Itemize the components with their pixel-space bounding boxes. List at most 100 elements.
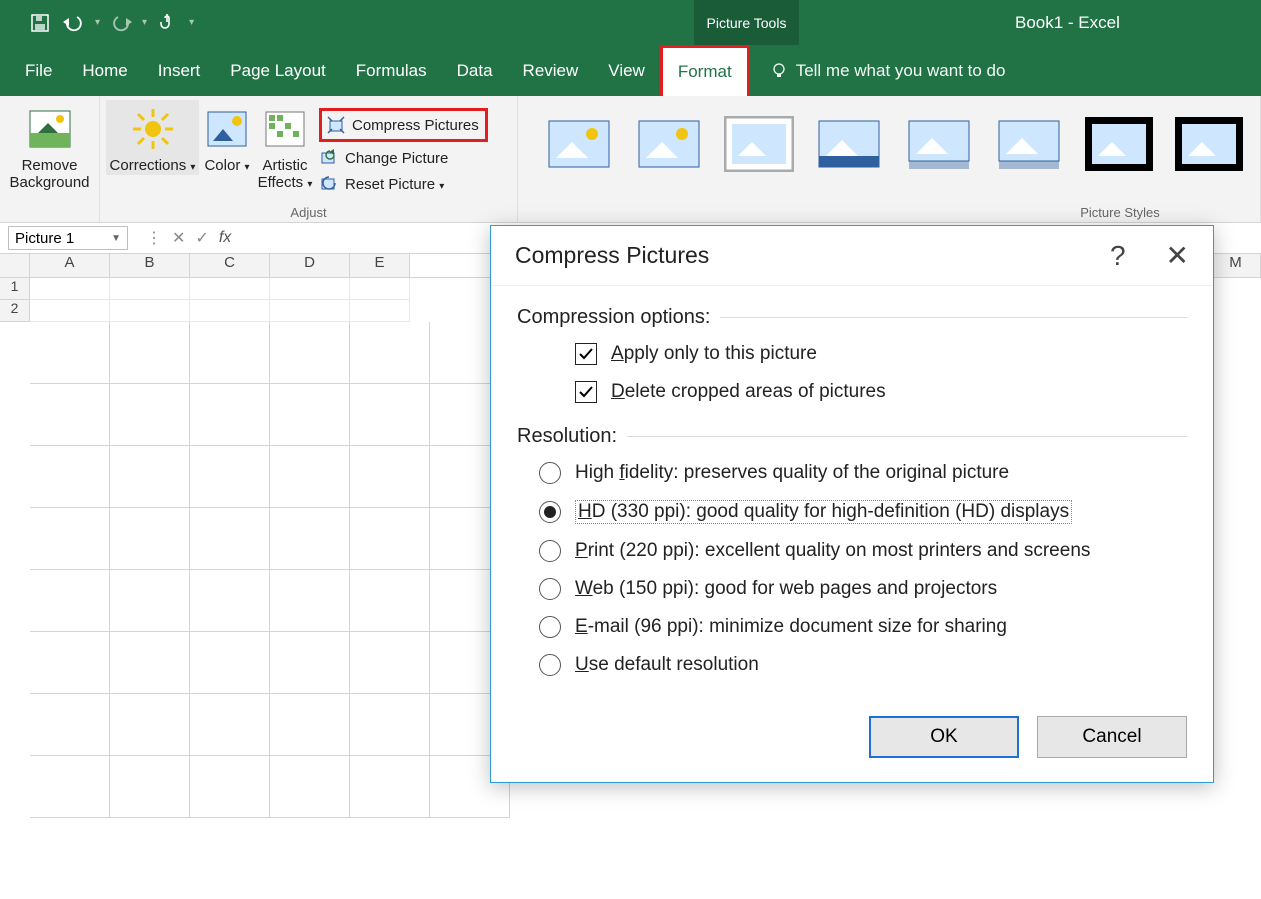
change-picture-button[interactable]: Change Picture bbox=[319, 148, 488, 168]
dropdown-icon[interactable]: ▼ bbox=[111, 233, 121, 244]
cell[interactable] bbox=[30, 446, 110, 508]
tab-view[interactable]: View bbox=[593, 45, 660, 96]
cell[interactable] bbox=[350, 508, 430, 570]
row-header[interactable]: 1 bbox=[0, 278, 30, 300]
cell[interactable] bbox=[190, 384, 270, 446]
ok-button[interactable]: OK bbox=[869, 716, 1019, 758]
cell[interactable] bbox=[110, 446, 190, 508]
delete-cropped-checkbox[interactable]: Delete cropped areas of pictures bbox=[575, 381, 1187, 403]
col-header[interactable]: M bbox=[1211, 254, 1261, 277]
style-thumb[interactable] bbox=[814, 116, 884, 172]
dropdown-icon[interactable]: ▾ bbox=[189, 17, 194, 28]
cell[interactable] bbox=[110, 384, 190, 446]
cell[interactable] bbox=[270, 278, 350, 300]
cell[interactable] bbox=[30, 508, 110, 570]
style-thumb[interactable] bbox=[544, 116, 614, 172]
tab-file[interactable]: File bbox=[10, 45, 67, 96]
cell[interactable] bbox=[110, 694, 190, 756]
cell[interactable] bbox=[190, 694, 270, 756]
cell[interactable] bbox=[30, 632, 110, 694]
cell[interactable] bbox=[350, 278, 410, 300]
resolution-web-radio[interactable]: Web (150 ppi): good for web pages and pr… bbox=[539, 578, 1187, 600]
touch-mode-button[interactable] bbox=[153, 8, 183, 38]
reset-picture-button[interactable]: Reset Picture ▾ bbox=[319, 174, 488, 194]
cell[interactable] bbox=[350, 300, 410, 322]
cell[interactable] bbox=[270, 632, 350, 694]
save-button[interactable] bbox=[25, 8, 55, 38]
cell[interactable] bbox=[110, 756, 190, 818]
close-icon[interactable]: ✕ bbox=[1166, 239, 1189, 272]
remove-background-button[interactable]: Remove Background bbox=[2, 100, 98, 191]
cell[interactable] bbox=[350, 756, 430, 818]
tab-insert[interactable]: Insert bbox=[143, 45, 216, 96]
cell[interactable] bbox=[270, 300, 350, 322]
resolution-default-radio[interactable]: Use default resolution bbox=[539, 654, 1187, 676]
apply-only-checkbox[interactable]: Apply only to this picture bbox=[575, 343, 1187, 365]
cell[interactable] bbox=[110, 570, 190, 632]
cell[interactable] bbox=[350, 570, 430, 632]
style-thumb[interactable] bbox=[904, 116, 974, 172]
cell[interactable] bbox=[110, 278, 190, 300]
cell[interactable] bbox=[110, 322, 190, 384]
compress-pictures-button[interactable]: Compress Pictures bbox=[326, 115, 479, 135]
style-thumb[interactable] bbox=[994, 116, 1064, 172]
style-thumb[interactable] bbox=[1084, 116, 1154, 172]
fx-icon[interactable]: fx bbox=[219, 229, 231, 247]
cell[interactable] bbox=[270, 694, 350, 756]
corrections-button[interactable]: Corrections ▾ bbox=[106, 100, 199, 175]
cell[interactable] bbox=[270, 384, 350, 446]
cell[interactable] bbox=[270, 756, 350, 818]
tab-page-layout[interactable]: Page Layout bbox=[215, 45, 340, 96]
cell[interactable] bbox=[30, 322, 110, 384]
cell[interactable] bbox=[110, 632, 190, 694]
cell[interactable] bbox=[190, 300, 270, 322]
col-header[interactable]: C bbox=[190, 254, 270, 277]
tab-review[interactable]: Review bbox=[508, 45, 594, 96]
tab-home[interactable]: Home bbox=[67, 45, 142, 96]
cell[interactable] bbox=[350, 384, 430, 446]
cell[interactable] bbox=[30, 300, 110, 322]
cell[interactable] bbox=[30, 278, 110, 300]
style-thumb[interactable] bbox=[724, 116, 794, 172]
col-header[interactable]: E bbox=[350, 254, 410, 277]
cell[interactable] bbox=[350, 322, 430, 384]
cell[interactable] bbox=[270, 446, 350, 508]
artistic-effects-button[interactable]: Artistic Effects ▾ bbox=[255, 100, 315, 191]
tell-me-search[interactable]: Tell me what you want to do bbox=[770, 61, 1006, 81]
cell[interactable] bbox=[30, 756, 110, 818]
help-button[interactable]: ? bbox=[1110, 240, 1126, 272]
cell[interactable] bbox=[30, 694, 110, 756]
cell[interactable] bbox=[270, 322, 350, 384]
style-thumb[interactable] bbox=[634, 116, 704, 172]
cell[interactable] bbox=[350, 446, 430, 508]
cell[interactable] bbox=[190, 278, 270, 300]
name-box[interactable]: Picture 1 ▼ bbox=[8, 226, 128, 250]
dots-icon[interactable]: ⋮ bbox=[146, 228, 162, 248]
cancel-icon[interactable]: ✕ bbox=[172, 228, 185, 248]
cell[interactable] bbox=[110, 508, 190, 570]
cell[interactable] bbox=[350, 632, 430, 694]
col-header[interactable]: D bbox=[270, 254, 350, 277]
cell[interactable] bbox=[350, 694, 430, 756]
cell[interactable] bbox=[190, 322, 270, 384]
cell[interactable] bbox=[190, 756, 270, 818]
undo-button[interactable] bbox=[59, 8, 89, 38]
cell[interactable] bbox=[190, 570, 270, 632]
row-header[interactable]: 2 bbox=[0, 300, 30, 322]
enter-icon[interactable]: ✓ bbox=[195, 228, 208, 248]
cell[interactable] bbox=[30, 570, 110, 632]
cell[interactable] bbox=[270, 508, 350, 570]
cell[interactable] bbox=[190, 446, 270, 508]
cancel-button[interactable]: Cancel bbox=[1037, 716, 1187, 758]
tab-formulas[interactable]: Formulas bbox=[341, 45, 442, 96]
cell[interactable] bbox=[270, 570, 350, 632]
style-thumb[interactable] bbox=[1174, 116, 1244, 172]
dropdown-icon[interactable]: ▾ bbox=[142, 17, 147, 28]
resolution-high-fidelity-radio[interactable]: High fidelity: preserves quality of the … bbox=[539, 462, 1187, 484]
col-header[interactable]: B bbox=[110, 254, 190, 277]
redo-button[interactable] bbox=[106, 8, 136, 38]
resolution-hd-radio[interactable]: HD (330 ppi): good quality for high-defi… bbox=[539, 500, 1187, 524]
resolution-print-radio[interactable]: Print (220 ppi): excellent quality on mo… bbox=[539, 540, 1187, 562]
color-button[interactable]: Color ▾ bbox=[199, 100, 255, 175]
cell[interactable] bbox=[190, 508, 270, 570]
